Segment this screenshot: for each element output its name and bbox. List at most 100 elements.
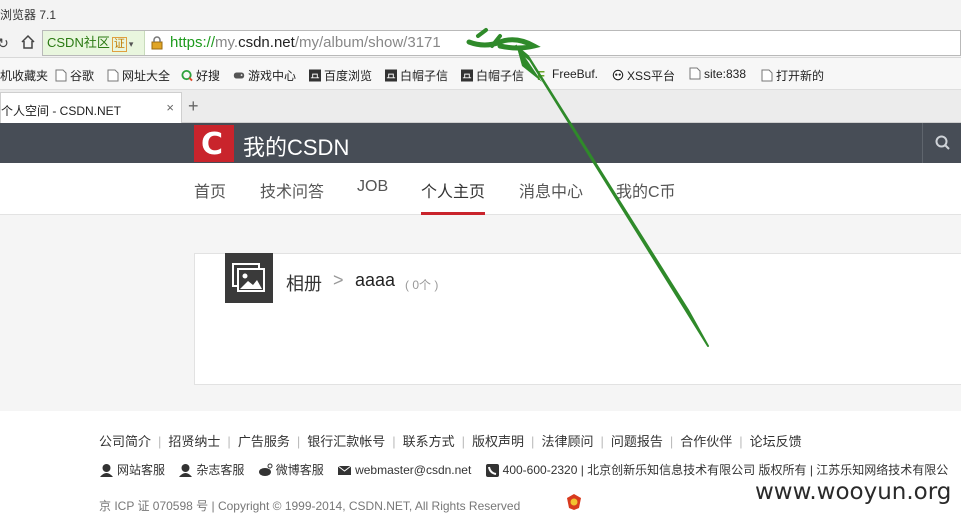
album-icon	[225, 253, 273, 303]
footer-links: 公司简介 | 招贤纳士 | 广告服务 | 银行汇款帐号 | 联系方式 | 版权声明 | 法律顾问 | 问题报…	[99, 434, 802, 449]
footer-link[interactable]: 合作伙伴	[680, 434, 732, 449]
tab-title: 个人空间 - CSDN.NET	[1, 104, 122, 118]
bookmark-label: 白帽子信	[476, 69, 525, 83]
bookmark-label: 谷歌	[70, 69, 95, 83]
chevron-down-icon: ▾	[128, 39, 134, 49]
mail-icon	[337, 465, 352, 475]
police-badge-icon[interactable]	[565, 493, 583, 511]
bookmark-item[interactable]: F FreeBuf.	[537, 67, 599, 83]
nav-job[interactable]: JOB	[357, 178, 388, 196]
bookmark-label: XSS平台	[627, 69, 676, 83]
icp-copyright: 京 ICP 证 070598 号 | Copyright © 1999-2014…	[99, 499, 521, 513]
contact-phone: 400-600-2320	[502, 463, 578, 477]
bookmark-item[interactable]: XSS平台	[612, 67, 675, 84]
window-titlebar: 浏览器 7.1	[0, 0, 961, 28]
bookmark-item[interactable]: 白帽子信	[461, 67, 524, 84]
hat-icon	[461, 69, 473, 82]
nav-ccoin[interactable]: 我的C币	[616, 178, 676, 202]
bookmark-label: 网址大全	[122, 69, 171, 83]
phone-icon	[485, 464, 499, 477]
album-count: ( 0个 )	[405, 278, 439, 292]
footer-link[interactable]: 公司简介	[99, 434, 151, 449]
lock-icon	[151, 36, 163, 50]
address-bar[interactable]: CSDN社区证 ▾ https://my.csdn.net/my/album/sh…	[42, 30, 961, 56]
page-icon	[55, 69, 67, 82]
csdn-header: C 我的CSDN	[0, 123, 961, 163]
freebuf-icon: F	[537, 68, 545, 83]
nav-home[interactable]: 首页	[194, 178, 226, 202]
nav-qa[interactable]: 技术问答	[260, 178, 324, 202]
url-text[interactable]: https://my.csdn.net/my/album/show/3171	[170, 34, 441, 52]
url-subdomain: my.	[215, 34, 239, 51]
bookmark-label: 百度浏览	[324, 69, 373, 83]
new-tab-button[interactable]: +	[188, 96, 199, 117]
user-service-icon	[179, 464, 193, 477]
bookmark-item[interactable]: 好搜	[181, 67, 220, 84]
bookmark-label: FreeBuf.	[552, 67, 599, 81]
site-identity-badge[interactable]: CSDN社区证 ▾	[43, 31, 145, 55]
gamepad-icon	[233, 72, 245, 79]
site-badge-label: CSDN社区	[47, 35, 110, 50]
bookmark-label: 游戏中心	[248, 69, 297, 83]
address-row: ↻ CSDN社区证 ▾ https://my.csdn.net/my/album/…	[0, 28, 961, 58]
nav-profile[interactable]: 个人主页	[421, 178, 485, 202]
url-host: csdn.net	[238, 34, 295, 51]
bookmark-item[interactable]: 白帽子信	[385, 67, 448, 84]
main-nav: 首页 技术问答 JOB 个人主页 消息中心 我的C币	[0, 163, 961, 215]
breadcrumb-album[interactable]: 相册	[286, 270, 322, 296]
bookmark-item[interactable]: 游戏中心	[233, 67, 296, 84]
page-icon	[107, 69, 119, 82]
wooyun-watermark: www.wooyun.org	[755, 479, 952, 505]
csdn-logo[interactable]: C	[194, 125, 234, 162]
footer-link[interactable]: 招贤纳士	[168, 434, 220, 449]
brand-title[interactable]: 我的CSDN	[243, 130, 349, 162]
tab-strip: 个人空间 - CSDN.NET × +	[0, 90, 961, 123]
footer-link[interactable]: 广告服务	[238, 434, 290, 449]
user-service-icon	[100, 464, 113, 477]
url-path: /my/album/show/3171	[294, 34, 441, 51]
footer-link[interactable]: 论坛反馈	[750, 434, 802, 449]
hat-icon	[309, 69, 321, 82]
refresh-icon[interactable]: ↻	[0, 34, 12, 52]
bookmark-item[interactable]: 机收藏夹	[0, 67, 48, 84]
logo-letter: C	[201, 127, 224, 162]
search-logo-icon	[181, 69, 193, 82]
tab-active[interactable]: 个人空间 - CSDN.NET ×	[0, 92, 182, 123]
page-icon	[689, 67, 701, 80]
bookmark-item[interactable]: 网址大全	[107, 67, 170, 84]
footer-link[interactable]: 版权声明	[472, 434, 524, 449]
footer-link[interactable]: 银行汇款帐号	[307, 434, 385, 449]
contact-site-service[interactable]: 网站客服	[117, 463, 165, 477]
footer-link[interactable]: 法律顾问	[541, 434, 593, 449]
bookmark-item[interactable]: 谷歌	[55, 67, 94, 84]
contact-weibo-service[interactable]: 微博客服	[276, 463, 324, 477]
bookmark-item[interactable]: 打开新的	[761, 67, 824, 84]
search-button[interactable]	[922, 123, 961, 163]
footer-contacts: 网站客服 杂志客服 微博客服 webmaster@csdn.net 400-60…	[99, 461, 948, 478]
footer-link[interactable]: 联系方式	[403, 434, 455, 449]
bookmark-item[interactable]: 百度浏览	[309, 67, 372, 84]
skull-icon	[612, 69, 624, 81]
album-name: aaaa	[355, 270, 396, 290]
home-icon[interactable]	[19, 34, 37, 52]
bookmark-item[interactable]: site:838	[689, 67, 746, 81]
bookmark-label: site:838	[704, 67, 747, 81]
search-icon	[935, 135, 950, 150]
certificate-icon: 证	[111, 37, 127, 52]
contact-email[interactable]: webmaster@csdn.net	[355, 463, 471, 477]
page-icon	[761, 69, 773, 82]
nav-messages[interactable]: 消息中心	[519, 178, 583, 202]
bookmark-label: 打开新的	[776, 69, 825, 83]
hat-icon	[385, 69, 397, 82]
weibo-icon	[258, 463, 273, 476]
url-scheme: https://	[170, 34, 216, 51]
contact-magazine-service[interactable]: 杂志客服	[196, 463, 244, 477]
bookmarks-bar: 机收藏夹 谷歌 网址大全 好搜 游戏中心 百度浏览 白帽子信 白帽子信 F Fre…	[0, 58, 961, 90]
footer-link[interactable]: 问题报告	[611, 434, 663, 449]
bookmark-label: 好搜	[196, 69, 221, 83]
bookmark-label: 白帽子信	[400, 69, 449, 83]
bookmark-label: 机收藏夹	[0, 69, 49, 83]
close-icon[interactable]: ×	[166, 100, 174, 115]
window-title: 浏览器 7.1	[0, 8, 57, 22]
breadcrumb-separator: >	[333, 270, 344, 290]
